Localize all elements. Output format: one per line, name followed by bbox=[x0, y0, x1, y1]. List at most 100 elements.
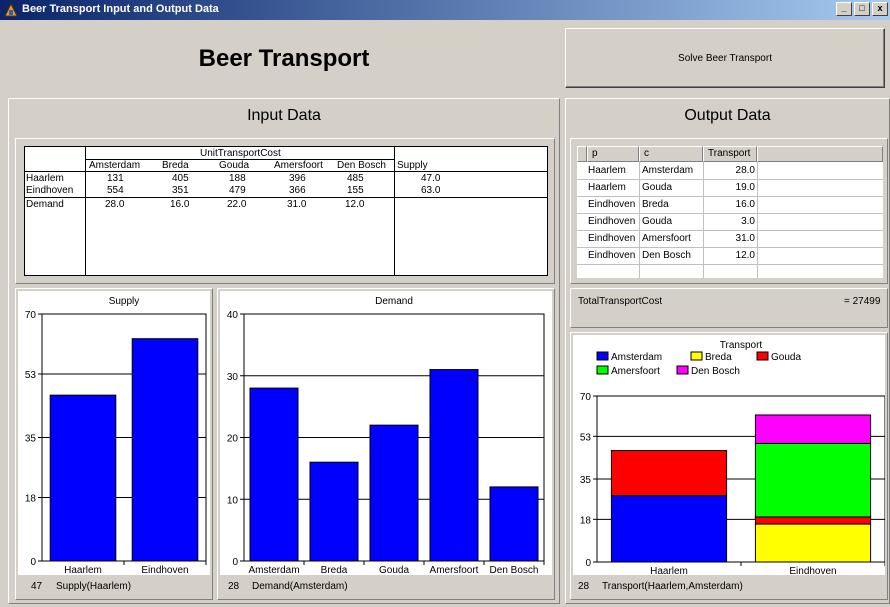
cost-cell[interactable]: 396 bbox=[289, 173, 306, 184]
chart-title: Supply bbox=[109, 296, 140, 307]
bar-segment bbox=[754, 516, 872, 525]
legend-label: Den Bosch bbox=[691, 366, 740, 377]
legend-label: Amsterdam bbox=[611, 352, 662, 363]
table-row[interactable]: Eindhoven Breda 16.0 bbox=[577, 197, 883, 213]
cost-cell[interactable]: 188 bbox=[229, 173, 246, 184]
col-header-c[interactable]: c bbox=[639, 146, 703, 162]
cell-transport: 12.0 bbox=[735, 250, 755, 261]
x-tick-label: Amsterdam bbox=[248, 565, 299, 575]
transport-chart-svg: Transport 0 18 35 53 70 Haarlem Eindhoven Amster… bbox=[580, 340, 886, 577]
bar bbox=[489, 486, 539, 562]
table-row[interactable]: Haarlem Amsterdam 28.0 bbox=[577, 163, 883, 179]
input-panel-title: Input Data bbox=[247, 107, 321, 124]
bar bbox=[131, 338, 199, 562]
row-label: Eindhoven bbox=[26, 185, 74, 196]
cell-p: Eindhoven bbox=[588, 250, 636, 261]
row-label: Demand bbox=[26, 199, 64, 210]
bar bbox=[249, 387, 299, 562]
cell-transport: 19.0 bbox=[735, 182, 755, 193]
bar bbox=[49, 394, 117, 562]
demand-cell[interactable]: 28.0 bbox=[105, 199, 124, 210]
transport-status-label: Transport(Haarlem,Amsterdam) bbox=[602, 581, 743, 592]
cell-p: Eindhoven bbox=[588, 216, 636, 227]
col-header: Den Bosch bbox=[337, 160, 386, 171]
y-tick-label: 10 bbox=[227, 495, 239, 506]
supply-header: Supply bbox=[397, 160, 428, 171]
bar-segment bbox=[610, 495, 728, 563]
demand-chart: Demand 0 10 20 30 40 Amsterdam Breda Gouda Amersf… bbox=[220, 291, 552, 576]
y-tick-label: 20 bbox=[227, 434, 239, 445]
table-row[interactable]: Haarlem Gouda 19.0 bbox=[577, 180, 883, 196]
cost-cell[interactable]: 405 bbox=[172, 173, 189, 184]
cost-cell[interactable]: 479 bbox=[229, 185, 246, 196]
col-header: Amsterdam bbox=[89, 160, 141, 171]
demand-cell[interactable]: 31.0 bbox=[287, 199, 306, 210]
demand-cell[interactable]: 22.0 bbox=[227, 199, 246, 210]
cell-c: Amersfoort bbox=[642, 233, 691, 244]
cost-cell[interactable]: 366 bbox=[289, 185, 306, 196]
supply-cell[interactable]: 63.0 bbox=[421, 185, 440, 196]
y-tick-label: 53 bbox=[580, 432, 592, 443]
col-header-transport[interactable]: Transport bbox=[703, 146, 757, 162]
col-header: Breda bbox=[162, 160, 189, 171]
supply-cell[interactable]: 47.0 bbox=[421, 173, 440, 184]
col-header-p[interactable]: p bbox=[587, 146, 639, 162]
table-row[interactable]: Eindhoven Gouda 3.0 bbox=[577, 214, 883, 230]
maximize-button[interactable]: □ bbox=[854, 2, 870, 16]
cell-transport: 16.0 bbox=[735, 199, 755, 210]
cell-p: Eindhoven bbox=[588, 199, 636, 210]
y-tick-label: 40 bbox=[227, 310, 239, 321]
y-tick-label: 18 bbox=[25, 493, 37, 504]
y-tick-label: 0 bbox=[232, 557, 238, 568]
bar bbox=[369, 424, 419, 562]
table-row[interactable]: Eindhoven Amersfoort 31.0 bbox=[577, 231, 883, 247]
demand-cell[interactable]: 12.0 bbox=[345, 199, 364, 210]
chart-title: Demand bbox=[375, 296, 413, 307]
cell-p: Haarlem bbox=[588, 182, 626, 193]
demand-cell[interactable]: 16.0 bbox=[170, 199, 189, 210]
y-tick-label: 70 bbox=[25, 310, 37, 321]
x-tick-label: Breda bbox=[321, 565, 348, 575]
x-tick-label: Gouda bbox=[379, 565, 409, 575]
y-tick-label: 35 bbox=[25, 434, 37, 445]
cost-cell[interactable]: 351 bbox=[172, 185, 189, 196]
cell-c: Amsterdam bbox=[642, 165, 694, 176]
supply-status-value: 47 bbox=[31, 581, 43, 592]
x-tick-label: Haarlem bbox=[650, 566, 688, 575]
cell-c: Gouda bbox=[642, 216, 673, 227]
window-titlebar: Beer Transport Input and Output Data _ □… bbox=[0, 0, 890, 20]
chart-title: Transport bbox=[720, 340, 763, 351]
y-tick-label: 0 bbox=[585, 558, 591, 569]
x-tick-label: Eindhoven bbox=[789, 566, 836, 575]
cost-cell[interactable]: 554 bbox=[107, 185, 124, 196]
total-cost-value: = 27499 bbox=[844, 296, 881, 307]
table-row[interactable]: Eindhoven Den Bosch 12.0 bbox=[577, 248, 883, 264]
transport-status-value: 28 bbox=[578, 581, 590, 592]
row-label: Haarlem bbox=[26, 173, 64, 184]
cell-p: Eindhoven bbox=[588, 233, 636, 244]
window-title: Beer Transport Input and Output Data bbox=[22, 3, 219, 15]
legend-label: Breda bbox=[705, 352, 732, 363]
solve-button[interactable]: Solve Beer Transport bbox=[565, 28, 885, 88]
demand-status-label: Demand(Amsterdam) bbox=[252, 581, 348, 592]
cell-transport: 3.0 bbox=[741, 216, 755, 227]
minimize-button[interactable]: _ bbox=[836, 2, 852, 16]
cost-cell[interactable]: 485 bbox=[347, 173, 364, 184]
x-tick-label: Haarlem bbox=[64, 565, 102, 575]
close-button[interactable]: x bbox=[872, 2, 888, 16]
y-tick-label: 18 bbox=[580, 515, 592, 526]
cell-c: Gouda bbox=[642, 182, 673, 193]
cost-cell[interactable]: 155 bbox=[347, 185, 364, 196]
cost-cell[interactable]: 131 bbox=[107, 173, 124, 184]
transport-chart: Transport 0 18 35 53 70 Haarlem Eindhoven Amster… bbox=[573, 335, 886, 577]
total-cost-frame bbox=[570, 288, 888, 328]
supply-chart: Supply 0 18 35 53 70 Haarlem Eindhoven bbox=[18, 291, 210, 576]
app-icon bbox=[4, 3, 18, 17]
x-tick-label: Eindhoven bbox=[141, 565, 188, 575]
y-tick-label: 70 bbox=[580, 392, 592, 403]
group-header-unit-cost: UnitTransportCost bbox=[200, 148, 281, 159]
legend-label: Gouda bbox=[771, 352, 801, 363]
x-tick-label: Den Bosch bbox=[490, 565, 539, 575]
y-tick-label: 0 bbox=[30, 557, 36, 568]
legend-label: Amersfoort bbox=[611, 366, 660, 377]
